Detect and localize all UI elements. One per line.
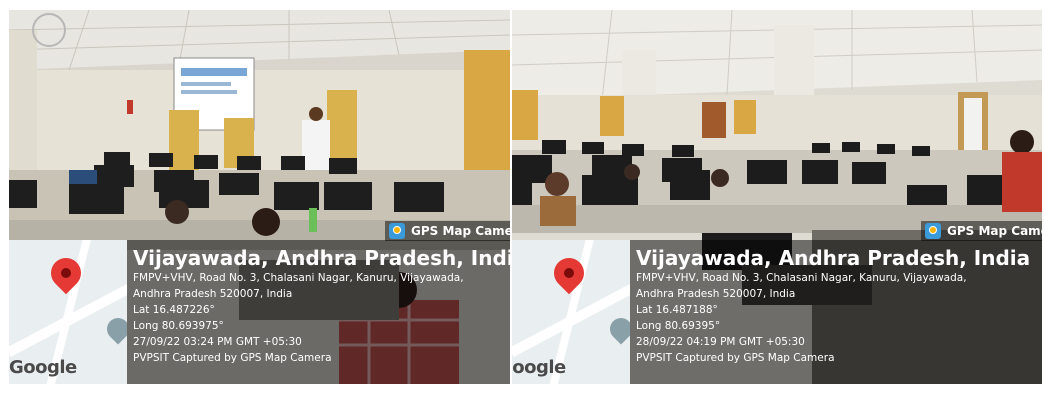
secondary-location-pin-icon [605, 313, 630, 345]
longitude: Long 80.693975° [133, 320, 224, 332]
badge-label: GPS Map Camera [411, 224, 510, 238]
location-info-overlay: Vijayawada, Andhra Pradesh, India FMPV+V… [630, 240, 1042, 384]
place-name: Vijayawada, Andhra Pradesh, India [133, 246, 510, 270]
camera-app-icon [389, 223, 405, 239]
photo-left: GPS Map Camera Google Vijayawada, Andhra… [9, 10, 510, 384]
caption: PVPSIT Captured by GPS Map Camera [133, 352, 332, 364]
address-line-2: Andhra Pradesh 520007, India [133, 288, 293, 300]
latitude: Lat 16.487188° [636, 304, 718, 316]
gps-map-camera-badge: GPS Map Camera [921, 221, 1042, 241]
timestamp: 28/09/22 04:19 PM GMT +05:30 [636, 336, 805, 348]
badge-label: GPS Map Camera [947, 224, 1042, 238]
secondary-location-pin-icon [102, 313, 127, 345]
photo-right: GPS Map Camera Google Vijayawada, Andhra… [512, 10, 1042, 384]
address-line-1: FMPV+VHV, Road No. 3, Chalasani Nagar, K… [636, 272, 967, 284]
place-name: Vijayawada, Andhra Pradesh, India [636, 246, 1031, 270]
gps-map-camera-badge: GPS Map Camera [385, 221, 510, 241]
map-thumbnail: Google [9, 240, 127, 384]
location-info-overlay: Vijayawada, Andhra Pradesh, India FMPV+V… [127, 240, 510, 384]
timestamp: 27/09/22 03:24 PM GMT +05:30 [133, 336, 302, 348]
caption: PVPSIT Captured by GPS Map Camera [636, 352, 835, 364]
address-line-2: Andhra Pradesh 520007, India [636, 288, 796, 300]
photo-collage: GPS Map Camera Google Vijayawada, Andhra… [0, 0, 1044, 394]
address-line-1: FMPV+VHV, Road No. 3, Chalasani Nagar, K… [133, 272, 464, 284]
map-thumbnail: Google [512, 240, 630, 384]
longitude: Long 80.69395° [636, 320, 721, 332]
latitude: Lat 16.487226° [133, 304, 215, 316]
google-logo: Google [512, 357, 566, 378]
camera-app-icon [925, 223, 941, 239]
google-logo: Google [9, 357, 77, 378]
